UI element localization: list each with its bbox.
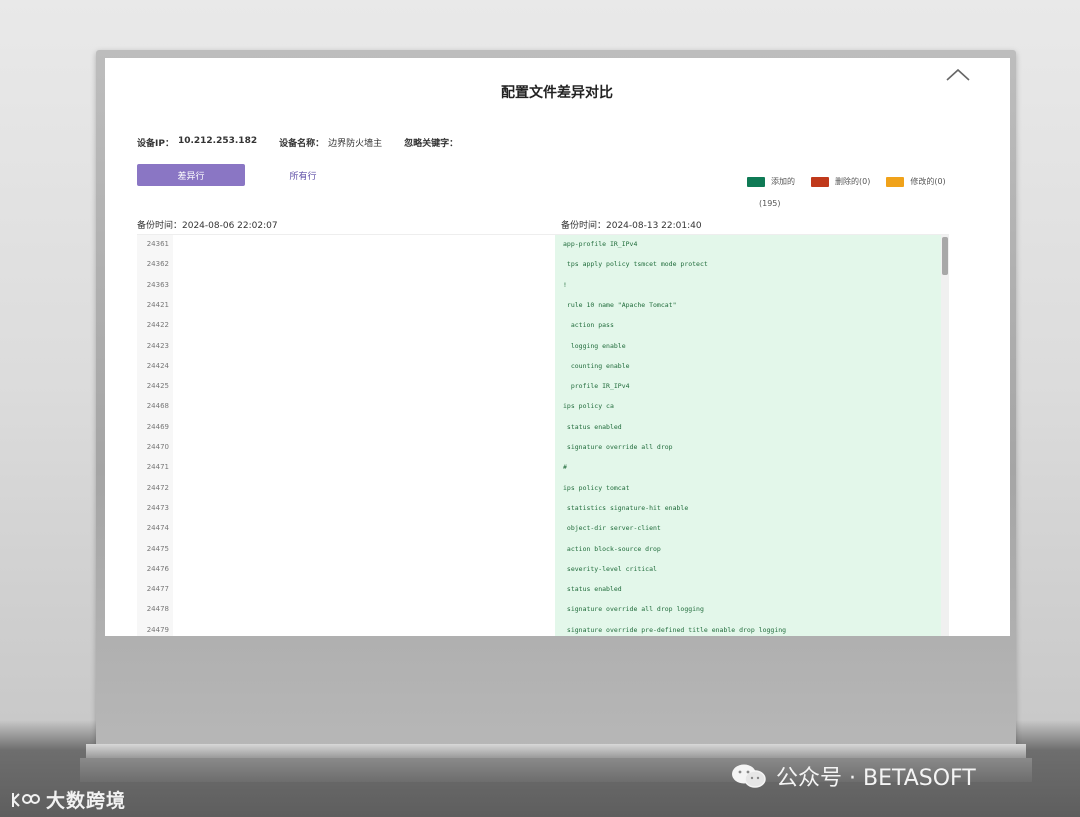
- device-ip-value: 10.212.253.182: [177, 136, 258, 146]
- line-number: 24471: [146, 463, 169, 472]
- line-number: 24423: [146, 341, 169, 350]
- added-config-line: action pass: [563, 321, 614, 330]
- legend-added-label: 添加的: [771, 177, 795, 186]
- watermark-left-text: 大数跨境: [46, 790, 127, 812]
- line-number: 24479: [146, 625, 169, 634]
- all-rows-button[interactable]: 所有行: [277, 164, 329, 186]
- watermark-right-text: 公众号 · BETASOFT: [776, 766, 976, 791]
- added-swatch: [747, 176, 765, 187]
- ignore-keywords-label: 忽略关键字：: [404, 139, 459, 149]
- legend-deleted-label: 删除的(0): [835, 177, 871, 186]
- device-name-label: 设备名称：: [279, 139, 325, 149]
- scroll-thumb[interactable]: [942, 237, 948, 275]
- close-icon[interactable]: [943, 64, 973, 86]
- added-config-line: statistics signature-hit enable: [563, 503, 689, 512]
- line-number: 24421: [146, 300, 169, 309]
- added-config-line: status enabled: [563, 585, 622, 594]
- added-config-line: rule 10 name "Apache Tomcat": [563, 300, 677, 309]
- device-name: 设备名称： 边界防火墙主: [279, 136, 382, 149]
- line-number: 24475: [146, 544, 169, 553]
- added-config-line: !: [563, 280, 567, 289]
- modified-swatch: [886, 176, 905, 187]
- line-number: 24361: [146, 240, 169, 248]
- line-number-gutter: 24361 24362 24363 24421 24422 24423 24424 24425…: [137, 235, 173, 636]
- legend-deleted: 删除的(0): [811, 176, 870, 187]
- line-number: 24425: [146, 382, 169, 391]
- ignore-keywords: 忽略关键字：: [404, 136, 458, 149]
- line-number: 24474: [146, 524, 169, 533]
- added-config-line: tps apply policy tsmcet mode protect: [563, 260, 708, 269]
- line-number: 24478: [146, 605, 169, 614]
- legend-added: 添加的: [747, 176, 795, 187]
- watermark-right: 公众号 · BETASOFT: [730, 760, 976, 792]
- line-number: 24422: [146, 321, 169, 330]
- added-config-line: signature override all drop: [563, 443, 673, 451]
- diff-dialog: 配置文件差异对比 设备IP： 10.212.253.182 设备名称： 边界防火…: [137, 64, 977, 636]
- diff-legend: 添加的 删除的(0) 修改的(0): [747, 176, 946, 187]
- left-backup-time: 备份时间：2024-08-06 22:02:07: [137, 221, 278, 231]
- added-config-line: action block-source drop: [563, 544, 661, 553]
- line-number: 24470: [146, 443, 169, 451]
- diff-viewer[interactable]: 24361 24362 24363 24421 24422 24423 24424 24425…: [137, 234, 949, 636]
- line-number: 24468: [146, 402, 169, 411]
- added-config-line: signature override pre-defined title ena…: [563, 625, 787, 634]
- added-config-line: #: [563, 463, 567, 472]
- line-number: 24362: [146, 260, 169, 269]
- added-config-line: status enabled: [563, 422, 622, 431]
- device-ip: 设备IP： 10.212.253.182: [137, 136, 257, 149]
- wechat-icon: [732, 764, 766, 788]
- added-config-line: app-profile IR_IPv4: [563, 240, 638, 248]
- line-number: 24476: [146, 564, 169, 573]
- left-config-pane: [173, 235, 556, 636]
- line-number: 24472: [146, 483, 169, 492]
- line-number: 24477: [146, 585, 169, 594]
- brand-logo-icon: [12, 792, 40, 807]
- right-backup-time: 备份时间：2024-08-13 22:01:40: [561, 221, 702, 231]
- watermark-left: 大数跨境: [10, 786, 126, 813]
- device-ip-label: 设备IP：: [137, 139, 174, 149]
- device-name-value: 边界防火墙主: [328, 139, 383, 149]
- added-config-line: ips policy ca: [563, 402, 614, 411]
- added-config-line: signature override all drop logging: [563, 605, 704, 614]
- legend-modified: 修改的(0): [886, 176, 946, 187]
- line-number: 24469: [146, 422, 169, 431]
- right-config-pane: app-profile IR_IPv4 tps apply policy tsm…: [555, 235, 941, 636]
- dialog-title: 配置文件差异对比: [501, 85, 613, 101]
- legend-modified-label: 修改的(0): [910, 177, 946, 186]
- deleted-swatch: [811, 176, 829, 187]
- monitor-screen: 配置文件差异对比 设备IP： 10.212.253.182 设备名称： 边界防火…: [105, 58, 1010, 636]
- line-number: 24363: [146, 280, 169, 289]
- added-config-line: logging enable: [563, 341, 626, 350]
- added-count: (195): [759, 199, 781, 208]
- added-config-line: counting enable: [563, 361, 630, 370]
- line-number: 24424: [146, 361, 169, 370]
- added-config-line: ips policy tomcat: [563, 483, 630, 492]
- monitor-stand: [86, 744, 1026, 758]
- diff-rows-button[interactable]: 差异行: [137, 164, 245, 186]
- added-config-line: severity-level critical: [563, 564, 657, 573]
- added-config-line: object-dir server-client: [563, 524, 661, 533]
- line-number: 24473: [146, 503, 169, 512]
- device-info-row: 设备IP： 10.212.253.182 设备名称： 边界防火墙主 忽略关键字：: [137, 136, 458, 149]
- diff-scrollbar[interactable]: [941, 235, 949, 636]
- added-config-line: profile IR_IPv4: [563, 382, 630, 391]
